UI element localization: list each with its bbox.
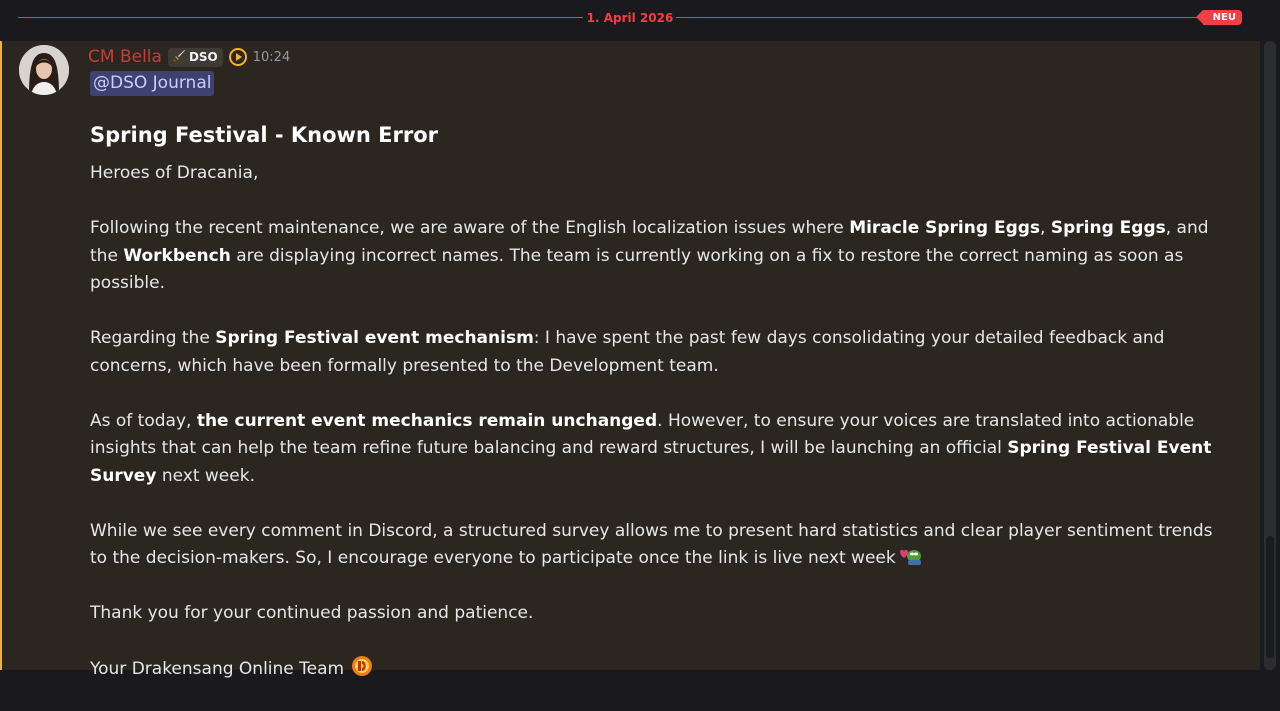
text: ,: [1040, 218, 1051, 238]
server-boost-icon[interactable]: [228, 48, 247, 66]
bold-text: Spring Eggs: [1050, 218, 1166, 238]
bold-text: Miracle Spring Eggs: [849, 218, 1041, 238]
timestamp[interactable]: 10:24: [253, 50, 290, 65]
avatar[interactable]: [19, 45, 69, 95]
dso-logo-emoji[interactable]: [350, 655, 376, 676]
new-messages-divider: 1. April 2026 NEU: [18, 8, 1242, 28]
message-header: CM Bella DSO 10:24: [88, 46, 290, 68]
role-mention[interactable]: @DSO Journal: [90, 71, 215, 96]
paragraph-discord: While we see every comment in Discord, a…: [90, 518, 1230, 573]
paragraph-thanks: Thank you for your continued passion and…: [90, 603, 534, 623]
signature-text: Your Drakensang Online Team: [90, 659, 345, 679]
avatar-image: [19, 45, 69, 95]
role-tag-label: DSO: [188, 50, 218, 64]
paragraph-survey: As of today, the current event mechanics…: [90, 408, 1230, 491]
author-name[interactable]: CM Bella: [88, 47, 162, 67]
message-content: Spring Festival - Known Error Heroes of …: [90, 121, 1230, 711]
sword-icon: [172, 49, 186, 65]
text: While we see every comment in Discord, a…: [90, 520, 1213, 569]
role-tag[interactable]: DSO: [167, 47, 223, 67]
new-badge: NEU: [1195, 10, 1242, 25]
divider-line-left: [18, 17, 583, 18]
text: are displaying incorrect names. The team…: [90, 245, 1184, 294]
divider-date: 1. April 2026: [586, 11, 674, 25]
text: next week.: [156, 465, 255, 486]
bold-text: Workbench: [123, 245, 231, 266]
scrollbar-thumb[interactable]: [1266, 536, 1274, 658]
pepe-love-emoji[interactable]: [896, 546, 922, 566]
paragraph-mechanism: Regarding the Spring Festival event mech…: [90, 325, 1230, 380]
text: As of today,: [90, 410, 197, 431]
greeting: Heroes of Dracania,: [90, 163, 259, 183]
divider-line-right: [676, 17, 1206, 18]
bold-text: the current event mechanics remain uncha…: [196, 410, 658, 431]
paragraph-localization: Following the recent maintenance, we are…: [90, 215, 1230, 298]
bold-text: Spring Festival event mechanism: [215, 328, 534, 348]
chat-message[interactable]: CM Bella DSO 10:24 @DSO Journal Spring F…: [0, 41, 1260, 679]
text: Following the recent maintenance, we are…: [90, 218, 850, 238]
message-title: Spring Festival - Known Error: [90, 123, 439, 147]
signature: Your Drakensang Online Team: [90, 655, 1230, 684]
text: Regarding the: [90, 328, 216, 348]
